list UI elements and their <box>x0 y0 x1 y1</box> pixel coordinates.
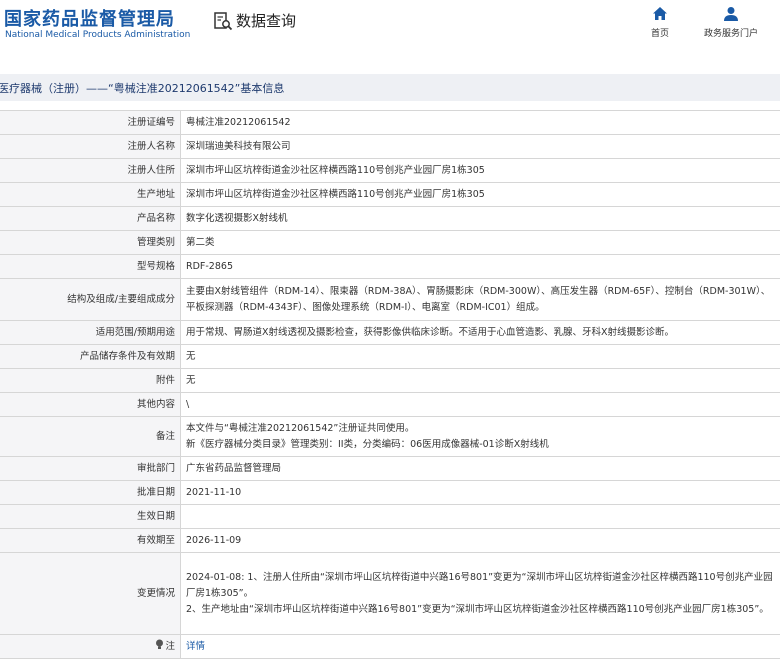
row-value: 深圳市坪山区坑梓街道金沙社区梓横西路110号创兆产业园厂房1栋305 <box>180 182 780 207</box>
logo-subtitle: National Medical Products Administration <box>5 30 191 40</box>
row-label: 型号规格 <box>0 254 181 279</box>
row-value: 主要由X射线管组件（RDM-14）、限束器（RDM-38A）、胃肠摄影床（RDM… <box>180 278 780 321</box>
row-value: 粤械注准20212061542 <box>180 110 780 135</box>
detail-table: 注册证编号 粤械注准20212061542 注册人名称 深圳瑞迪美科技有限公司 注册… <box>0 110 780 659</box>
row-value: 本文件与“粤械注准20212061542”注册证共同使用。新《医疗器械分类目录》… <box>180 416 780 457</box>
row-label: 注册人名称 <box>0 134 181 159</box>
site-header: 国家药品监督管理局 National Medical Products Admi… <box>0 0 780 52</box>
nav-service-portal[interactable]: 政务服务门户 <box>691 6 771 39</box>
home-icon <box>653 7 667 20</box>
table-row: 生产地址 深圳市坪山区坑梓街道金沙社区梓横西路110号创兆产业园厂房1栋305 <box>0 182 780 207</box>
table-row: 产品名称 数字化透视摄影X射线机 <box>0 206 780 231</box>
note-label: 注 <box>165 640 175 652</box>
row-label: 注册人住所 <box>0 158 181 183</box>
row-value: 广东省药品监督管理局 <box>180 456 780 481</box>
row-value: 无 <box>180 368 780 393</box>
row-label: 注 <box>0 634 181 659</box>
row-label: 附件 <box>0 368 181 393</box>
table-row: 有效期至 2026-11-09 <box>0 528 780 553</box>
table-row: 注册证编号 粤械注准20212061542 <box>0 110 780 135</box>
logo-title[interactable]: 国家药品监督管理局 <box>4 5 175 31</box>
remark-line-1: 本文件与“粤械注准20212061542”注册证共同使用。 <box>186 422 415 434</box>
table-row: 生效日期 <box>0 504 780 529</box>
row-value: \ <box>180 392 780 417</box>
user-icon <box>724 7 738 21</box>
nav-service-portal-label: 政务服务门户 <box>703 29 758 39</box>
remark-line-2: 新《医疗器械分类目录》管理类别：II类，分类编码：06医用成像器械-01诊断X射… <box>186 438 549 450</box>
table-row: 注详情 <box>0 634 780 659</box>
row-value: 2024-01-08: 1、注册人住所由“深圳市坪山区坑梓街道中兴路16号801… <box>180 552 780 635</box>
data-query-label: 数据查询 <box>236 12 297 30</box>
row-value: 详情 <box>180 634 780 659</box>
row-label: 有效期至 <box>0 528 181 553</box>
data-query-link[interactable]: 数据查询 <box>213 10 296 31</box>
document-search-icon <box>214 11 233 30</box>
row-label: 适用范围/预期用途 <box>0 320 181 345</box>
table-row: 附件无 <box>0 368 780 393</box>
change-line-1: 2024-01-08: 1、注册人住所由“深圳市坪山区坑梓街道中兴路16号801… <box>186 571 773 599</box>
table-row: 注册人名称 深圳瑞迪美科技有限公司 <box>0 134 780 159</box>
row-value <box>180 504 780 529</box>
table-row: 适用范围/预期用途 用于常规、胃肠道X射线透视及摄影检查，获得影像供临床诊断。不适… <box>0 320 780 345</box>
row-value: 深圳市坪山区坑梓街道金沙社区梓横西路110号创兆产业园厂房1栋305 <box>180 158 780 183</box>
row-value: RDF-2865 <box>180 254 780 279</box>
row-label: 审批部门 <box>0 456 181 481</box>
page-title: 医疗器械（注册）——“粤械注准20212061542”基本信息 <box>0 82 285 95</box>
row-label: 备注 <box>0 416 181 457</box>
table-row: 变更情况 2024-01-08: 1、注册人住所由“深圳市坪山区坑梓街道中兴路16… <box>0 552 780 635</box>
row-label: 变更情况 <box>0 552 181 635</box>
lightbulb-icon <box>156 639 164 649</box>
row-label: 生效日期 <box>0 504 181 529</box>
row-label: 产品储存条件及有效期 <box>0 344 181 369</box>
row-value: 2026-11-09 <box>180 528 780 553</box>
table-row: 批准日期 2021-11-10 <box>0 480 780 505</box>
table-row: 其他内容 \ <box>0 392 780 417</box>
row-value: 无 <box>180 344 780 369</box>
table-row: 型号规格 RDF-2865 <box>0 254 780 279</box>
row-label: 其他内容 <box>0 392 181 417</box>
row-label: 注册证编号 <box>0 110 181 135</box>
details-link[interactable]: 详情 <box>186 641 205 652</box>
row-value: 第二类 <box>180 230 780 255</box>
row-value: 深圳瑞迪美科技有限公司 <box>180 134 780 159</box>
table-row: 审批部门 广东省药品监督管理局 <box>0 456 780 481</box>
nav-home[interactable]: 首页 <box>620 6 700 39</box>
row-label: 结构及组成/主要组成成分 <box>0 278 181 321</box>
row-label: 批准日期 <box>0 480 181 505</box>
table-row: 产品储存条件及有效期无 <box>0 344 780 369</box>
row-value: 2021-11-10 <box>180 480 780 505</box>
table-row: 备注 本文件与“粤械注准20212061542”注册证共同使用。新《医疗器械分类目… <box>0 416 780 457</box>
row-value: 数字化透视摄影X射线机 <box>180 206 780 231</box>
change-line-2: 2、生产地址由“深圳市坪山区坑梓街道中兴路16号801”变更为“深圳市坪山区坑梓… <box>186 603 769 615</box>
nav-home-label: 首页 <box>650 29 669 39</box>
row-label: 生产地址 <box>0 182 181 207</box>
page-title-bar: 医疗器械（注册）——“粤械注准20212061542”基本信息 <box>0 74 780 101</box>
table-row: 注册人住所 深圳市坪山区坑梓街道金沙社区梓横西路110号创兆产业园厂房1栋305 <box>0 158 780 183</box>
row-label: 管理类别 <box>0 230 181 255</box>
row-label: 产品名称 <box>0 206 181 231</box>
row-value: 用于常规、胃肠道X射线透视及摄影检查，获得影像供临床诊断。不适用于心血管造影、乳… <box>180 320 780 345</box>
table-row: 管理类别 第二类 <box>0 230 780 255</box>
table-row: 结构及组成/主要组成成分 主要由X射线管组件（RDM-14）、限束器（RDM-38… <box>0 278 780 321</box>
